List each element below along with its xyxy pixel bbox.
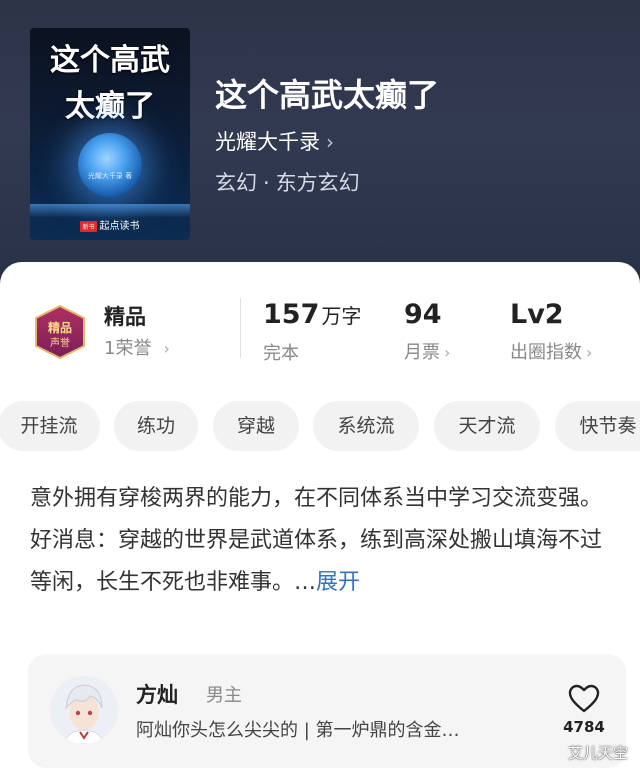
description-paragraph: 好消息：穿越的世界是武道体系，练到高深处搬山填海不过等闲，长生不死也非难事。…展… [30, 528, 603, 595]
tag-chip[interactable]: 天才流 [434, 401, 540, 451]
tag-chip[interactable]: 开挂流 [0, 401, 100, 451]
book-cover[interactable]: 这个高武 太癫了 光耀大千录 著 新书 起点读书 [30, 28, 190, 240]
monthly-tickets-label: 月票 [404, 342, 440, 363]
character-role: 男主 [206, 685, 242, 706]
description-paragraph: 意外拥有穿梭两界的能力，在不同体系当中学习交流变强。 [30, 486, 603, 511]
tag-chip[interactable]: 练功 [114, 401, 198, 451]
word-count: 157 [263, 299, 320, 330]
tag-chip[interactable]: 系统流 [313, 401, 419, 451]
cover-horizon [30, 204, 190, 218]
expand-link[interactable]: 展开 [316, 570, 360, 595]
monthly-tickets-stat[interactable]: 94 月票 › [404, 296, 450, 368]
badge-text-line2: 声誉 [50, 336, 70, 349]
popularity-label: 出圈指数 [510, 342, 582, 363]
stats-row: 精品 声誉 精品 1荣誉 › 157 万字 完本 94 月票 › Lv2 出圈指数 › [0, 278, 640, 388]
character-avatar [50, 676, 118, 744]
genre-row: 玄幻 · 东方玄幻 [215, 166, 360, 200]
book-description: 意外拥有穿梭两界的能力，在不同体系当中学习交流变强。 好消息：穿越的世界是武道体… [30, 478, 620, 604]
cover-title: 这个高武 太癫了 [50, 43, 170, 124]
honor-link[interactable]: 1荣誉 › [104, 336, 170, 362]
tag-chip[interactable]: 快节奏 [555, 401, 640, 451]
character-card[interactable]: 方灿 男主 阿灿你头怎么尖尖的 | 第一炉鼎的含金… 4784 [28, 654, 626, 768]
cover-brand-badge: 新书 [80, 220, 97, 232]
quality-badge-icon[interactable]: 精品 声誉 [32, 304, 88, 360]
tag-chip[interactable]: 穿越 [213, 401, 299, 451]
genre[interactable]: 玄幻 [215, 171, 257, 195]
chevron-right-icon: › [163, 339, 170, 358]
character-name: 方灿 [136, 683, 178, 707]
chevron-right-icon: › [444, 343, 451, 362]
genre-separator: · [263, 171, 270, 195]
author-name: 光耀大千录 [215, 130, 320, 154]
divider [240, 298, 241, 358]
badge-text-line1: 精品 [48, 320, 72, 335]
watermark: 艾儿天空 [567, 744, 628, 762]
badge-title: 精品 [104, 305, 146, 329]
book-title: 这个高武太癫了 [215, 76, 440, 114]
cover-brand: 新书 起点读书 [80, 220, 140, 232]
chevron-right-icon: › [586, 343, 593, 362]
tag-list: 开挂流 练功 穿越 系统流 天才流 快节奏 [0, 401, 640, 451]
subgenre[interactable]: 东方玄幻 [276, 171, 360, 195]
author-link[interactable]: 光耀大千录 › [215, 125, 334, 159]
cover-moon-image [78, 133, 142, 197]
heart-icon[interactable] [568, 684, 600, 714]
word-count-unit: 万字 [321, 304, 362, 328]
chevron-right-icon: › [326, 130, 334, 154]
like-count: 4784 [563, 718, 605, 736]
cover-author: 光耀大千录 著 [87, 172, 133, 180]
word-count-stat: 157 万字 完本 [263, 296, 361, 369]
popularity-level: Lv2 [510, 299, 564, 330]
popularity-stat[interactable]: Lv2 出圈指数 › [510, 296, 592, 368]
character-description: 阿灿你头怎么尖尖的 | 第一炉鼎的含金… [136, 720, 460, 741]
completion-status: 完本 [263, 343, 299, 364]
monthly-tickets-count: 94 [404, 299, 442, 330]
